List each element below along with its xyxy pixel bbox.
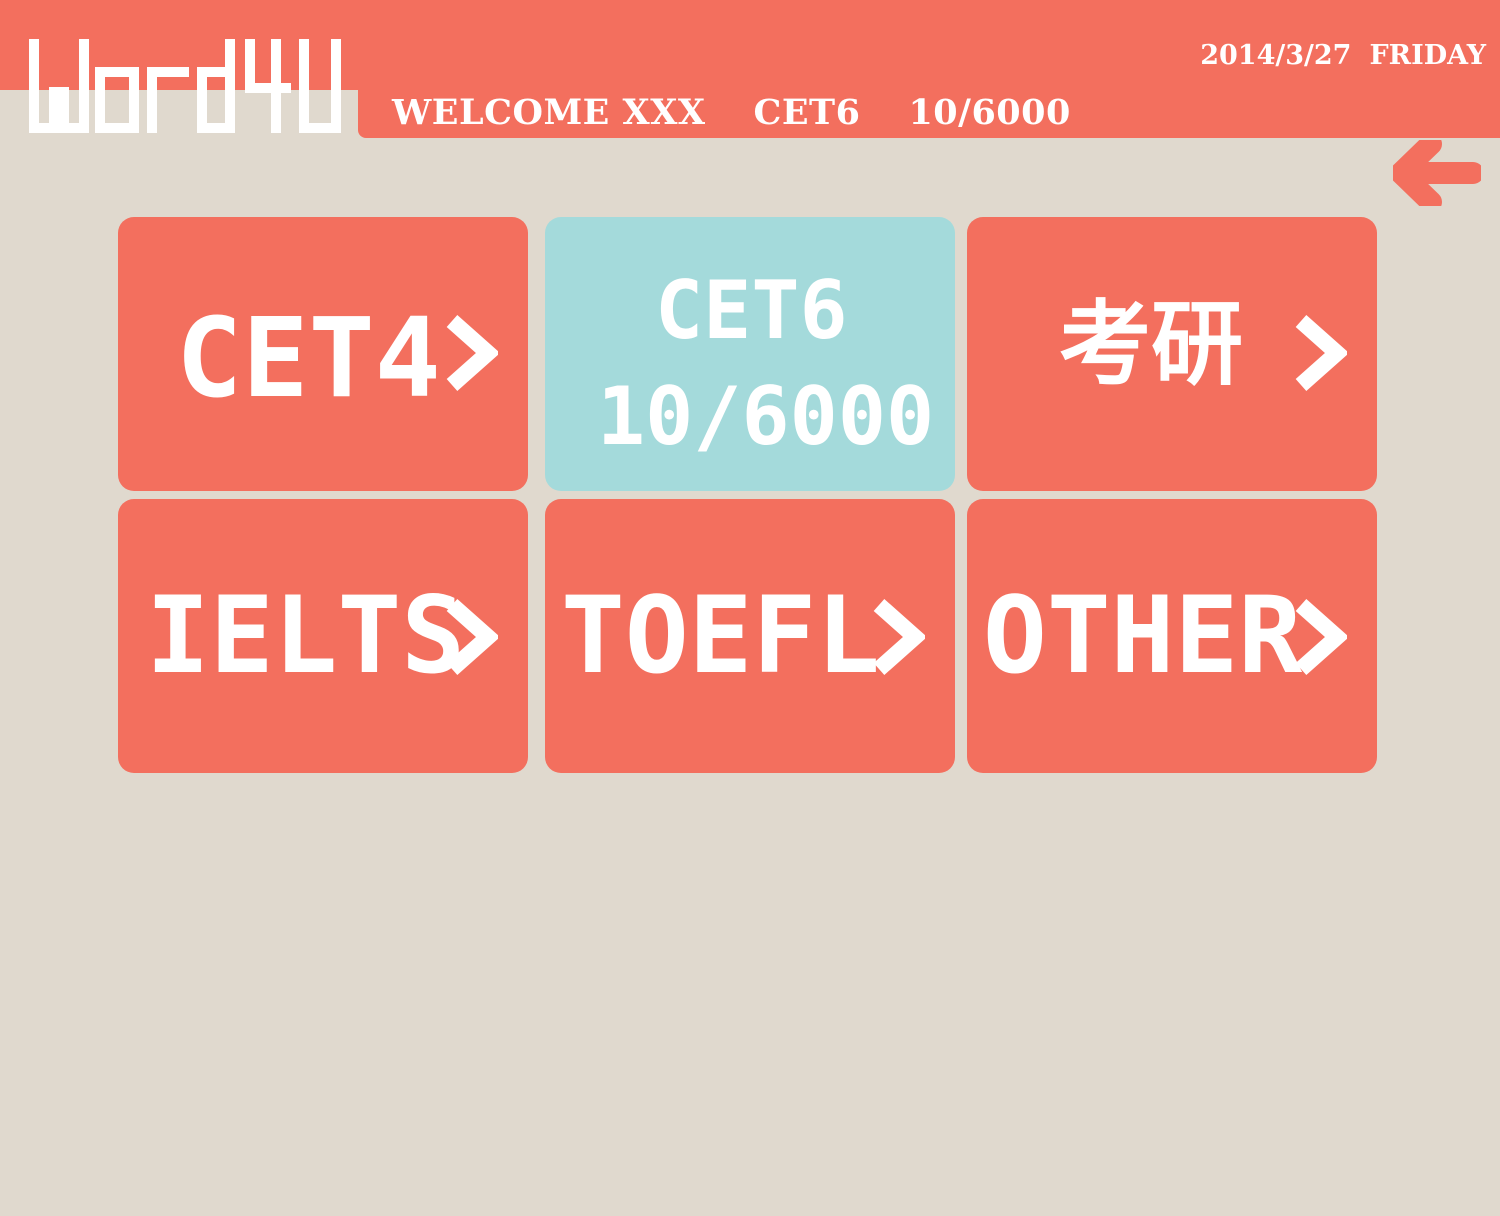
tile-kaoyan[interactable]: 考研 [967, 217, 1377, 491]
back-button[interactable] [1393, 140, 1481, 206]
chevron-right-icon [1295, 315, 1347, 391]
welcome-bar: WELCOME XXX CET6 10/6000 [392, 90, 1071, 134]
chevron-right-icon [446, 599, 498, 675]
tile-cet4[interactable]: CET4 [118, 217, 528, 491]
app-logo [29, 39, 341, 133]
weekday-text: FRIDAY [1369, 40, 1486, 71]
arrow-left-icon [1393, 140, 1481, 206]
welcome-text: WELCOME XXX [392, 91, 706, 133]
date-text: 2014/3/27 [1200, 40, 1352, 71]
chevron-right-icon [446, 315, 498, 391]
tile-label: IELTS [146, 574, 466, 697]
tile-ielts[interactable]: IELTS [118, 499, 528, 773]
tile-cet6[interactable]: CET6 10/6000 [545, 217, 955, 491]
tile-label: OTHER [983, 574, 1303, 697]
progress-text: 10/6000 [908, 91, 1071, 133]
tile-label: CET6 [655, 264, 848, 357]
tile-label: TOEFL [561, 574, 881, 697]
tile-toefl[interactable]: TOEFL [545, 499, 955, 773]
tile-label: 考研 [1059, 291, 1244, 398]
chevron-right-icon [873, 599, 925, 675]
current-book-text: CET6 [753, 91, 861, 133]
tile-label: CET4 [176, 294, 441, 422]
date-display: 2014/3/27 FRIDAY [1200, 40, 1486, 71]
chevron-right-icon [1295, 599, 1347, 675]
tile-progress: 10/6000 [597, 370, 935, 463]
tile-other[interactable]: OTHER [967, 499, 1377, 773]
